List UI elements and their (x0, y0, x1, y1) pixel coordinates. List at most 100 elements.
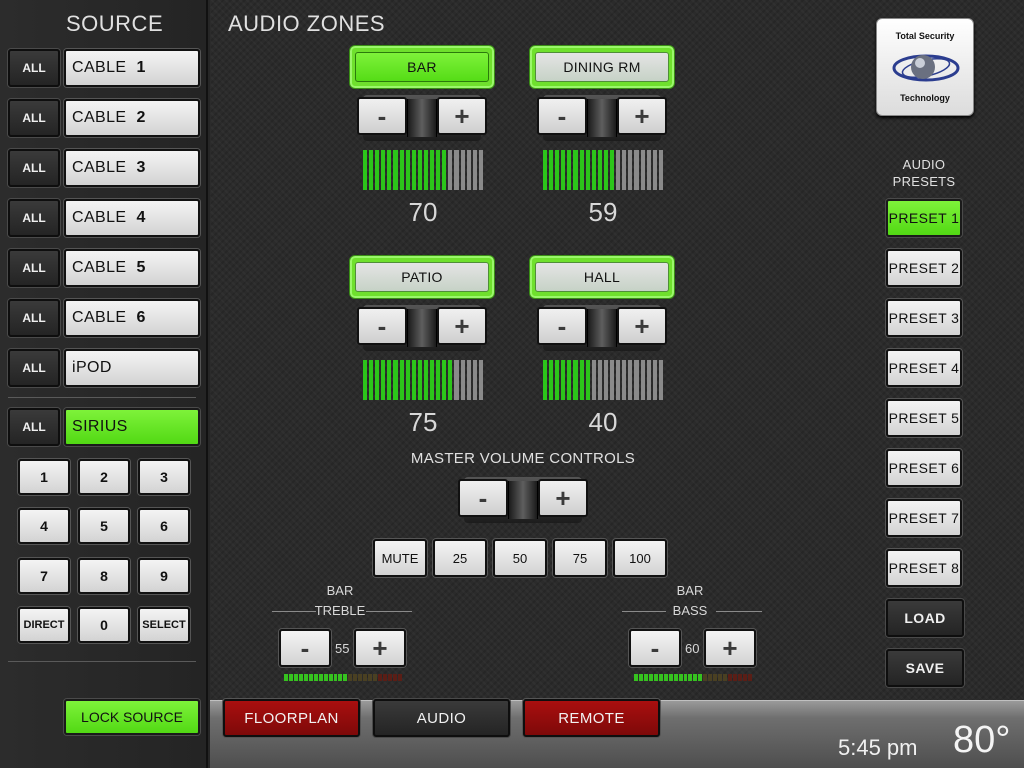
zone-bar-volume-down[interactable]: - (357, 97, 407, 135)
all-button-cable-5[interactable]: ALL (8, 249, 60, 287)
zone-hall-volume-down[interactable]: - (537, 307, 587, 345)
keypad-2[interactable]: 2 (78, 459, 130, 495)
audio-presets-title-line1: AUDIO (902, 157, 946, 172)
meter-segment (328, 674, 333, 681)
zone-dining-rm-volume-up[interactable]: + (617, 97, 667, 135)
source-sirius[interactable]: SIRIUS (64, 408, 200, 446)
meter-segment (555, 150, 560, 190)
all-button-cable-4[interactable]: ALL (8, 199, 60, 237)
meter-segment (567, 360, 572, 400)
meter-segment (373, 674, 378, 681)
preset-1-button[interactable]: PRESET 1 (886, 199, 962, 237)
preset-3-button[interactable]: PRESET 3 (886, 299, 962, 337)
treble-up-button[interactable]: + (354, 629, 406, 667)
source-cable-3[interactable]: CABLE 3 (64, 149, 200, 187)
meter-segment (610, 360, 615, 400)
rocker-divider (407, 99, 437, 137)
meter-segment (698, 674, 703, 681)
audio-presets-title-line2: PRESETS (892, 174, 956, 189)
master-mute-button[interactable]: MUTE (373, 539, 427, 577)
rule-line (366, 611, 412, 612)
master-75-button[interactable]: 75 (553, 539, 607, 577)
source-cable-2[interactable]: CABLE 2 (64, 99, 200, 137)
treble-value: 55 (335, 641, 350, 656)
zone-name: HALL (535, 262, 669, 292)
master-volume-up[interactable]: + (538, 479, 588, 517)
logo-text-bottom: Technology (900, 93, 950, 103)
master-100-button[interactable]: 100 (613, 539, 667, 577)
source-cable-4[interactable]: CABLE 4 (64, 199, 200, 237)
all-button-ipod[interactable]: ALL (8, 349, 60, 387)
source-ipod[interactable]: iPOD (64, 349, 200, 387)
master-50-button[interactable]: 50 (493, 539, 547, 577)
load-preset-button[interactable]: LOAD (886, 599, 964, 637)
zone-bar-button[interactable]: BAR (349, 45, 495, 89)
meter-segment (284, 674, 288, 681)
preset-4-button[interactable]: PRESET 4 (886, 349, 962, 387)
keypad-5[interactable]: 5 (78, 508, 130, 544)
keypad-0[interactable]: 0 (78, 607, 130, 643)
meter-segment (653, 674, 658, 681)
meter-segment (472, 150, 477, 190)
keypad-8[interactable]: 8 (78, 558, 130, 594)
zone-bar-volume: 70 (408, 197, 438, 227)
preset-7-button[interactable]: PRESET 7 (886, 499, 962, 537)
master-25-button[interactable]: 25 (433, 539, 487, 577)
source-cable-6[interactable]: CABLE 6 (64, 299, 200, 337)
bass-up-button[interactable]: + (704, 629, 756, 667)
meter-segment (668, 674, 673, 681)
source-cable-5[interactable]: CABLE 5 (64, 249, 200, 287)
keypad-9[interactable]: 9 (138, 558, 190, 594)
zone-hall-volume: 40 (588, 407, 618, 437)
master-volume-down[interactable]: - (458, 479, 508, 517)
meter-segment (436, 360, 441, 400)
all-button-cable-2[interactable]: ALL (8, 99, 60, 137)
zone-patio-button[interactable]: PATIO (349, 255, 495, 299)
meter-segment (747, 674, 752, 681)
meter-segment (368, 674, 373, 681)
meter-segment (628, 360, 633, 400)
meter-segment (399, 360, 404, 400)
all-button-cable-3[interactable]: ALL (8, 149, 60, 187)
keypad-1[interactable]: 1 (18, 459, 70, 495)
nav-floorplan-button[interactable]: FLOORPLAN (223, 699, 360, 737)
treble-down-button[interactable]: - (279, 629, 331, 667)
keypad-7[interactable]: 7 (18, 558, 70, 594)
keypad-direct[interactable]: DIRECT (18, 607, 70, 643)
zone-bar-volume-up[interactable]: + (437, 97, 487, 135)
zone-hall-volume-up[interactable]: + (617, 307, 667, 345)
nav-audio-button[interactable]: AUDIO (373, 699, 510, 737)
meter-segment (723, 674, 728, 681)
preset-6-button[interactable]: PRESET 6 (886, 449, 962, 487)
source-label: CABLE (72, 309, 127, 326)
meter-segment (387, 150, 392, 190)
meter-segment (591, 360, 596, 400)
zone-dining-rm-volume-down[interactable]: - (537, 97, 587, 135)
zone-patio-volume-up[interactable]: + (437, 307, 487, 345)
source-cable-1[interactable]: CABLE 1 (64, 49, 200, 87)
meter-segment (442, 150, 447, 190)
preset-5-button[interactable]: PRESET 5 (886, 399, 962, 437)
bass-down-button[interactable]: - (629, 629, 681, 667)
meter-segment (387, 360, 392, 400)
zone-hall-button[interactable]: HALL (529, 255, 675, 299)
nav-remote-button[interactable]: REMOTE (523, 699, 660, 737)
preset-8-button[interactable]: PRESET 8 (886, 549, 962, 587)
preset-2-button[interactable]: PRESET 2 (886, 249, 962, 287)
save-preset-button[interactable]: SAVE (886, 649, 964, 687)
keypad-4[interactable]: 4 (18, 508, 70, 544)
meter-segment (442, 360, 447, 400)
all-button-cable-6[interactable]: ALL (8, 299, 60, 337)
keypad-6[interactable]: 6 (138, 508, 190, 544)
all-button-sirius[interactable]: ALL (8, 408, 60, 446)
keypad-select[interactable]: SELECT (138, 607, 190, 643)
meter-segment (448, 150, 453, 190)
meter-segment (658, 360, 663, 400)
lock-source-button[interactable]: LOCK SOURCE (64, 699, 200, 735)
keypad-3[interactable]: 3 (138, 459, 190, 495)
all-button-cable-1[interactable]: ALL (8, 49, 60, 87)
meter-segment (405, 150, 410, 190)
zone-dining-rm-button[interactable]: DINING RM (529, 45, 675, 89)
meter-segment (313, 674, 318, 681)
zone-patio-volume-down[interactable]: - (357, 307, 407, 345)
